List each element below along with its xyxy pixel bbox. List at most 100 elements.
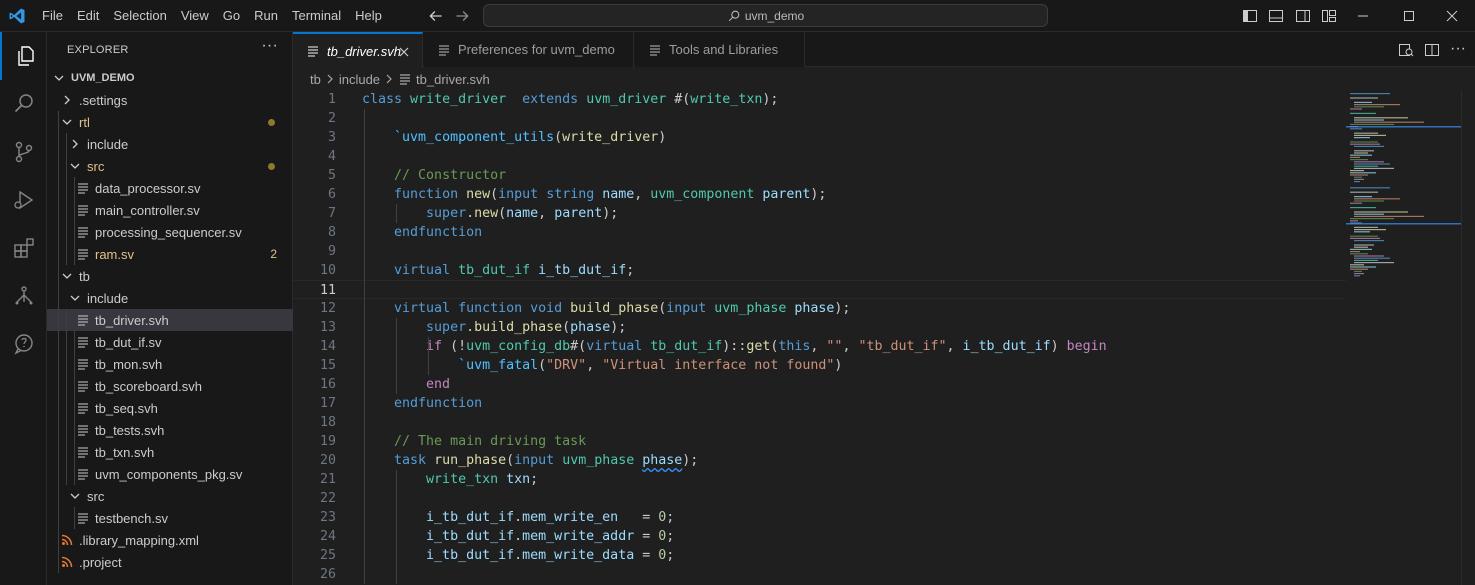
tree-file[interactable]: .project — [47, 551, 293, 573]
code-line[interactable]: 16 end — [293, 375, 1346, 394]
breadcrumb-item[interactable]: tb — [310, 72, 321, 87]
tree-file[interactable]: tb_dut_if.sv — [47, 331, 293, 353]
tree-file[interactable]: tb_seq.svh — [47, 397, 293, 419]
tree-file[interactable]: tb_tests.svh — [47, 419, 293, 441]
code-line[interactable]: 3 `uvm_component_utils(write_driver) — [293, 128, 1346, 147]
more-actions-icon[interactable]: ··· — [261, 38, 278, 54]
menu-file[interactable]: File — [42, 0, 70, 32]
command-center-label: uvm_demo — [744, 8, 805, 23]
tree-file[interactable]: data_processor.sv — [47, 177, 293, 199]
code-line[interactable]: 15 `uvm_fatal("DRV", "Virtual interface … — [293, 356, 1346, 375]
minimap-line — [1354, 121, 1424, 123]
code-editor[interactable]: 1 class write_driver extends uvm_driver #… — [293, 90, 1475, 585]
tree-file[interactable]: tb_driver.svh — [47, 309, 293, 331]
line-number: 22 — [319, 491, 336, 506]
toggle-panel-icon[interactable] — [1268, 8, 1284, 24]
tree-file[interactable]: main_controller.sv — [47, 199, 293, 221]
code-line[interactable]: 17 endfunction — [293, 394, 1346, 413]
explorer-icon[interactable] — [0, 32, 47, 80]
forward-arrow-icon[interactable] — [453, 7, 471, 25]
open-preview-icon[interactable] — [1398, 42, 1414, 58]
more-actions-icon[interactable]: ··· — [1450, 40, 1466, 58]
chat-icon[interactable] — [0, 320, 47, 368]
file-lines-icon — [75, 334, 91, 350]
tree-file[interactable]: processing_sequencer.sv — [47, 221, 293, 243]
code-line[interactable]: 14 if (!uvm_config_db#(virtual tb_dut_if… — [293, 337, 1346, 356]
code-line[interactable]: 7 super.new(name, parent); — [293, 204, 1346, 223]
extensions-icon[interactable] — [0, 224, 47, 272]
menu-run[interactable]: Run — [247, 0, 285, 32]
close-window-button[interactable] — [1429, 0, 1475, 32]
code-line[interactable]: 6 function new(input string name, uvm_co… — [293, 185, 1346, 204]
minimap[interactable] — [1346, 90, 1461, 585]
code-line[interactable]: 24 i_tb_dut_if.mem_write_addr = 0; — [293, 527, 1346, 546]
code-line[interactable]: 22 — [293, 489, 1346, 508]
code-line[interactable]: 9 — [293, 242, 1346, 261]
code-line[interactable]: 8 endfunction — [293, 223, 1346, 242]
workspace-root-label: UVM_DEMO — [71, 72, 135, 84]
code-line[interactable]: 13 super.build_phase(phase); — [293, 318, 1346, 337]
tree-folder[interactable]: rtl — [47, 111, 293, 133]
tab-tb-driver[interactable]: tb_driver.svh — [293, 32, 423, 68]
run-debug-icon[interactable] — [0, 176, 47, 224]
problem-count-badge: 2 — [270, 247, 277, 261]
tree-file[interactable]: uvm_components_pkg.sv — [47, 463, 293, 485]
code-line[interactable]: 1 class write_driver extends uvm_driver #… — [293, 90, 1346, 109]
maximize-button[interactable] — [1386, 0, 1432, 32]
breadcrumb-item[interactable]: include — [339, 72, 380, 87]
menu-edit[interactable]: Edit — [70, 0, 106, 32]
vertical-scrollbar[interactable] — [1461, 90, 1475, 585]
code-line[interactable]: 26 — [293, 565, 1346, 584]
code-line[interactable]: 5 // Constructor — [293, 166, 1346, 185]
minimap-line — [1350, 268, 1368, 270]
toggle-secondary-sidebar-icon[interactable] — [1295, 8, 1311, 24]
tree-folder[interactable]: .settings — [47, 89, 293, 111]
tree-folder[interactable]: src — [47, 155, 293, 177]
workspace-root[interactable]: UVM_DEMO — [47, 67, 293, 89]
tree-folder[interactable]: src — [47, 485, 293, 507]
code-line[interactable]: 23 i_tb_dut_if.mem_write_en = 0; — [293, 508, 1346, 527]
code-text: super.new(name, parent); — [426, 206, 619, 221]
tab-label: tb_driver.svh — [327, 43, 401, 59]
tree-file[interactable]: tb_txn.svh — [47, 441, 293, 463]
code-line[interactable]: 2 — [293, 109, 1346, 128]
menu-help[interactable]: Help — [348, 0, 389, 32]
title-bar: File Edit Selection View Go Run Terminal… — [0, 0, 1475, 32]
tree-file[interactable]: ram.sv 2 — [47, 243, 293, 265]
back-arrow-icon[interactable] — [427, 7, 445, 25]
code-line[interactable]: 10 virtual tb_dut_if i_tb_dut_if; — [293, 261, 1346, 280]
code-line[interactable]: 25 i_tb_dut_if.mem_write_data = 0; — [293, 546, 1346, 565]
tab-preferences[interactable]: Preferences for uvm_demo — [424, 32, 634, 67]
code-line[interactable]: 20 task run_phase(input uvm_phase phase)… — [293, 451, 1346, 470]
menu-terminal[interactable]: Terminal — [285, 0, 348, 32]
command-center-search[interactable]: uvm_demo — [483, 4, 1048, 27]
source-control-icon[interactable] — [0, 128, 47, 176]
breadcrumb-item[interactable]: tb_driver.svh — [416, 72, 490, 87]
tab-tools-libraries[interactable]: Tools and Libraries — [635, 32, 805, 67]
tree-item-label: tb — [79, 268, 90, 284]
tree-file[interactable]: .library_mapping.xml — [47, 529, 293, 551]
customize-layout-icon[interactable] — [1321, 8, 1337, 24]
code-line[interactable]: 4 — [293, 147, 1346, 166]
minimize-button[interactable] — [1340, 0, 1386, 32]
tree-folder[interactable]: tb — [47, 265, 293, 287]
toggle-primary-sidebar-icon[interactable] — [1242, 8, 1258, 24]
search-icon[interactable] — [0, 80, 47, 128]
menu-view[interactable]: View — [174, 0, 216, 32]
code-line[interactable]: 19 // The main driving task — [293, 432, 1346, 451]
code-line[interactable]: 11 — [293, 280, 1346, 299]
split-editor-icon[interactable] — [1424, 42, 1440, 58]
menu-go[interactable]: Go — [216, 0, 247, 32]
code-line[interactable]: 12 virtual function void build_phase(inp… — [293, 299, 1346, 318]
minimap-line — [1350, 251, 1360, 253]
tree-file[interactable]: testbench.sv — [47, 507, 293, 529]
hierarchy-icon[interactable] — [0, 272, 47, 320]
tree-folder[interactable]: include — [47, 287, 293, 309]
tree-file[interactable]: tb_scoreboard.svh — [47, 375, 293, 397]
code-line[interactable]: 21 write_txn txn; — [293, 470, 1346, 489]
tree-folder[interactable]: include — [47, 133, 293, 155]
tree-file[interactable]: tb_mon.svh — [47, 353, 293, 375]
menu-selection[interactable]: Selection — [106, 0, 173, 32]
code-line[interactable]: 18 — [293, 413, 1346, 432]
close-icon[interactable] — [396, 44, 412, 60]
